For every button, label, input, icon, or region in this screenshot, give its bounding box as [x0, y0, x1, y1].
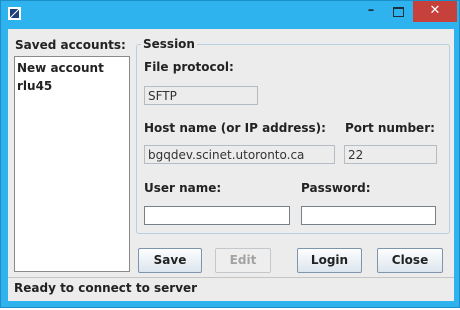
password-input[interactable]	[301, 206, 436, 225]
user-name-label: User name:	[144, 181, 222, 195]
account-item-rlu45[interactable]: rlu45	[15, 77, 129, 95]
user-name-input[interactable]	[144, 206, 290, 225]
maximize-icon	[392, 7, 404, 17]
host-name-field[interactable]	[144, 145, 335, 164]
status-text: Ready to connect to server	[14, 281, 198, 295]
account-item-new[interactable]: New account	[15, 59, 129, 77]
saved-accounts-label: Saved accounts:	[15, 38, 126, 52]
minimize-button[interactable]: –	[357, 1, 385, 22]
close-icon: ✕	[429, 3, 441, 18]
saved-accounts-list[interactable]: New account rlu45	[14, 56, 130, 272]
status-bar: Ready to connect to server	[8, 277, 454, 300]
file-protocol-field[interactable]	[144, 86, 258, 105]
session-title: Session	[141, 37, 197, 51]
login-window: – ✕ Saved accounts: New account rlu45 Se…	[0, 0, 460, 308]
host-name-label: Host name (or IP address):	[144, 121, 326, 135]
port-number-field[interactable]	[344, 145, 437, 164]
port-number-label: Port number:	[345, 121, 435, 135]
close-button[interactable]: Close	[377, 248, 443, 273]
minimize-icon: –	[367, 3, 375, 18]
app-icon	[8, 7, 21, 20]
password-label: Password:	[301, 181, 371, 195]
maximize-button[interactable]	[385, 1, 411, 22]
dialog-body: Saved accounts: New account rlu45 Sessio…	[8, 29, 454, 301]
save-button[interactable]: Save	[138, 248, 202, 273]
edit-button[interactable]: Edit	[215, 248, 271, 273]
close-window-button[interactable]: ✕	[413, 1, 457, 22]
login-button[interactable]: Login	[297, 248, 362, 273]
file-protocol-label: File protocol:	[144, 60, 234, 74]
title-bar[interactable]: – ✕	[1, 1, 459, 29]
